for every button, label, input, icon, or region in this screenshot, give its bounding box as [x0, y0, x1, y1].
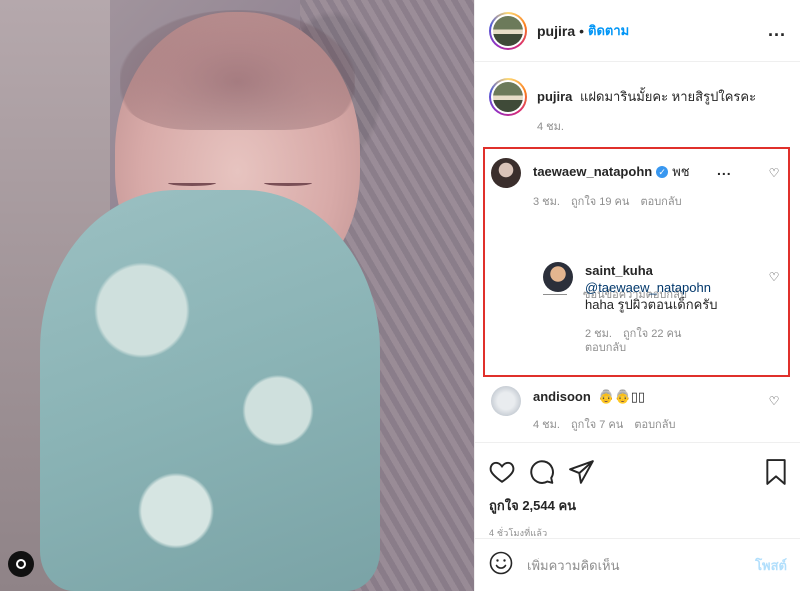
reply-reply-button[interactable]: ตอบกลับ [585, 342, 626, 354]
comment-time[interactable]: 4 ชม. [533, 419, 560, 431]
post-comment-button[interactable]: โพสต์ [755, 555, 787, 576]
post-photo[interactable] [0, 0, 474, 591]
reply-username[interactable]: saint_kuha [585, 263, 653, 278]
comments-list[interactable]: pujira แฝดมารินมั้ยคะ หายสิรูปใครคะ 4 ชม… [475, 62, 800, 442]
tagged-users-icon[interactable] [8, 551, 34, 577]
commenter-avatar[interactable] [491, 158, 521, 188]
reply-time[interactable]: 2 ชม. [585, 328, 612, 340]
comment-likes[interactable]: ถูกใจ 7 คน [571, 419, 623, 431]
emoji-icon[interactable] [489, 551, 513, 580]
likes-count[interactable]: ถูกใจ 2,544 คน [475, 491, 800, 516]
comment-item: taewaew_natapohn ✓ พช 3 ชม. ถูกใจ 19 คน ตอ… [491, 158, 690, 211]
baby-swaddle-blanket [40, 190, 380, 591]
caption-text: แฝดมารินมั้ยคะ หายสิรูปใครคะ [580, 89, 757, 104]
post-timestamp[interactable]: 4 ชั่วโมงที่แล้ว [475, 516, 800, 540]
baby-eye-left [168, 180, 216, 186]
baby-hair [120, 10, 355, 130]
follow-button[interactable]: ติดตาม [588, 20, 629, 41]
reply-likes[interactable]: ถูกใจ 22 คน [623, 328, 681, 340]
caption-time[interactable]: 4 ชม. [537, 121, 564, 133]
reply-button[interactable]: ตอบกลับ [640, 196, 681, 208]
comment-item: andisoon 👵👵▯▯ 4 ชม. ถูกใจ 7 คน ตอบกลับ [491, 386, 683, 434]
comment-username[interactable]: andisoon [533, 389, 591, 404]
verified-badge-icon: ✓ [656, 166, 669, 178]
baby-eye-right [264, 180, 312, 186]
commenter-avatar[interactable] [491, 386, 521, 416]
like-comment-icon[interactable]: ♡ [767, 166, 781, 180]
header-separator: • [579, 22, 585, 39]
author-avatar[interactable] [489, 11, 527, 50]
reply-mention[interactable]: @taewaew_natapohn [585, 280, 711, 295]
heart-icon[interactable] [489, 460, 515, 484]
reply-button[interactable]: ตอบกลับ [634, 419, 675, 431]
share-icon[interactable] [569, 460, 595, 484]
comment-more-icon[interactable]: ... [717, 162, 732, 178]
add-comment-bar: โพสต์ [475, 538, 800, 591]
comment-likes[interactable]: ถูกใจ 19 คน [571, 196, 629, 208]
comment-text: พช [672, 164, 690, 179]
caption: pujira แฝดมารินมั้ยคะ หายสิรูปใครคะ 4 ชม… [475, 62, 800, 136]
caption-author-avatar[interactable] [489, 78, 527, 116]
caption-username[interactable]: pujira [537, 89, 572, 104]
author-username[interactable]: pujira [537, 23, 575, 39]
post-side-panel: pujira • ติดตาม ... pujira แฝดมารินมั้ยค… [474, 0, 800, 591]
comment-input[interactable] [527, 557, 756, 573]
replier-avatar[interactable] [543, 262, 573, 292]
reply-text: haha รูปผิวตอนเด็กครับ [585, 297, 718, 312]
post-actions: ถูกใจ 2,544 คน 4 ชั่วโมงที่แล้ว [475, 442, 800, 540]
like-comment-icon[interactable]: ♡ [767, 394, 781, 408]
comment-time[interactable]: 3 ชม. [533, 196, 560, 208]
like-reply-icon[interactable]: ♡ [767, 270, 781, 284]
comment-text: 👵👵▯▯ [598, 389, 646, 404]
reply-item: saint_kuha @taewaew_natapohn haha รูปผิว… [543, 262, 718, 355]
bookmark-icon[interactable] [765, 459, 787, 485]
comment-icon[interactable] [529, 459, 555, 485]
comment-username[interactable]: taewaew_natapohn [533, 164, 652, 179]
post-header: pujira • ติดตาม ... [475, 0, 800, 62]
more-options-icon[interactable]: ... [768, 20, 786, 41]
